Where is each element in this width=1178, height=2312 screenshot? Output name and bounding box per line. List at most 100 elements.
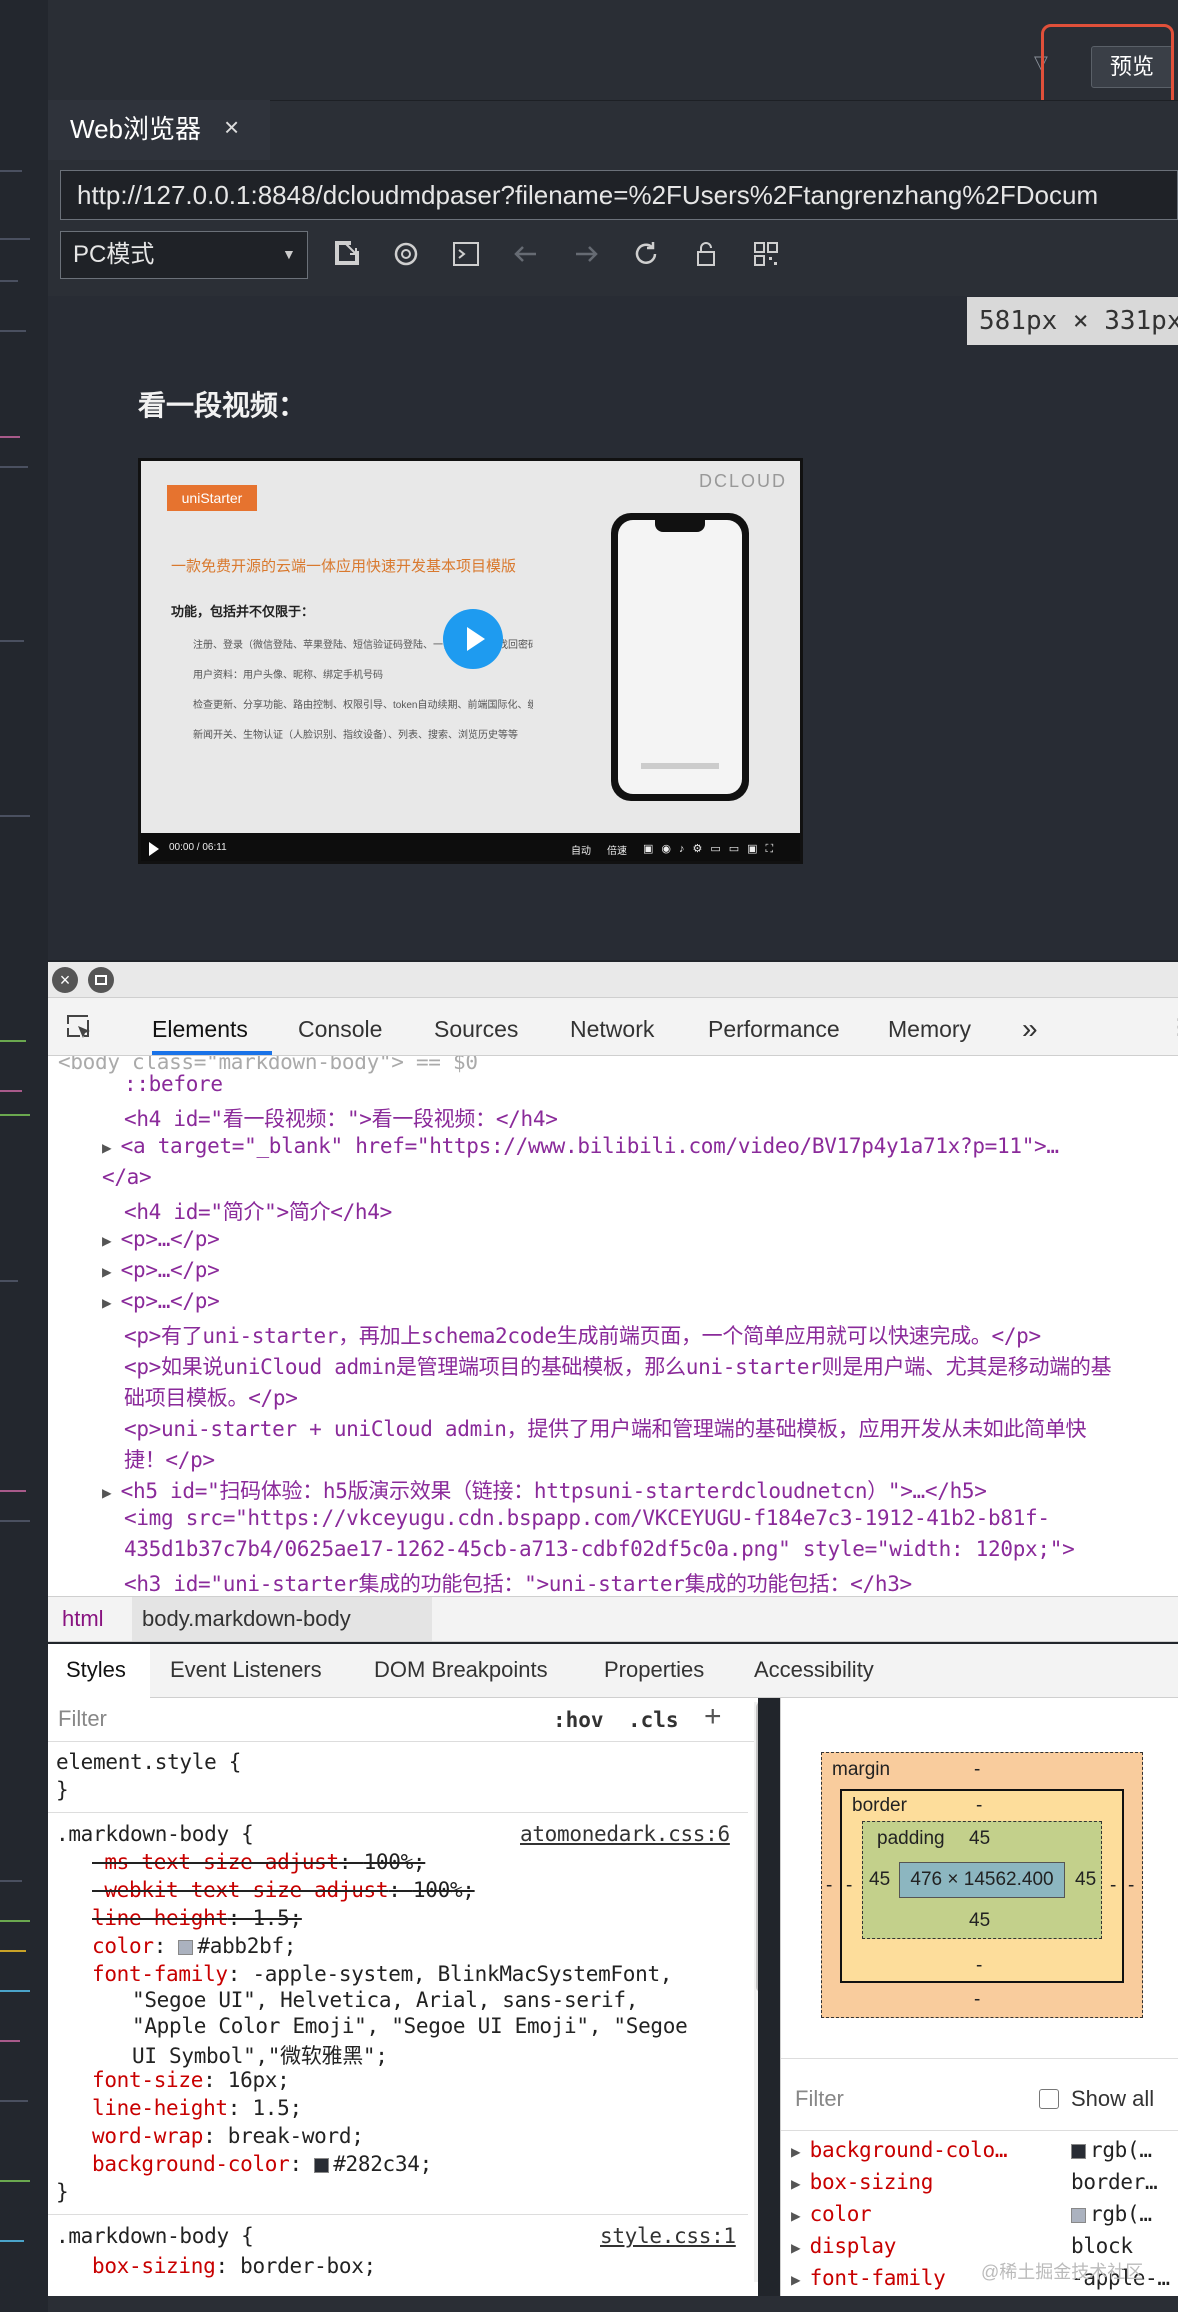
content-box[interactable]: 476 × 14562.400 [899, 1862, 1065, 1898]
css-prop[interactable]: font-size: 16px; [92, 2068, 290, 2092]
computed-row[interactable]: ▶ display [791, 2234, 896, 2258]
dom-line[interactable]: <h4 id="看一段视频：">看一段视频：</h4> [124, 1103, 558, 1133]
tab-event-listeners[interactable]: Event Listeners [170, 1644, 322, 1696]
margin-left-value: - [826, 1875, 833, 1896]
css-prop[interactable]: box-sizing: border-box; [92, 2254, 376, 2278]
dom-line[interactable]: ▶ <h5 id="扫码体验：h5版演示效果（链接：httpsuni-start… [102, 1475, 987, 1505]
mode-select[interactable]: PC模式 [60, 231, 308, 279]
dom-line[interactable]: ▶ <p>…</p> [102, 1258, 220, 1282]
quality-button[interactable]: 自动 [571, 842, 591, 857]
computed-row[interactable]: ▶ box-sizing [791, 2170, 933, 2194]
rule-source-link[interactable]: atomonedark.css:6 [520, 1822, 730, 1846]
refresh-icon[interactable] [628, 236, 664, 272]
color-swatch[interactable] [178, 1940, 194, 1955]
cls-button[interactable]: .cls [628, 1708, 679, 1732]
styles-pane: Filter :hov .cls + element.style { } .ma… [48, 1698, 758, 2312]
gear-icon[interactable] [388, 236, 424, 272]
page-heading: 看一段视频： [138, 390, 307, 421]
qrcode-icon[interactable] [748, 236, 784, 272]
lock-icon[interactable] [688, 236, 724, 272]
styles-filter-input[interactable]: Filter [58, 1706, 107, 1732]
computed-row[interactable]: ▶ color [791, 2202, 872, 2226]
video-badge: uniStarter [167, 485, 257, 511]
color-swatch[interactable] [314, 2158, 330, 2173]
back-icon[interactable] [508, 236, 544, 272]
hov-button[interactable]: :hov [553, 1708, 604, 1732]
play-icon[interactable] [149, 842, 159, 856]
tab-network[interactable]: Network [570, 1000, 654, 1058]
tab-memory[interactable]: Memory [888, 1000, 971, 1058]
rule-source-link[interactable]: style.css:1 [600, 2224, 736, 2248]
dom-line[interactable]: <p>如果说uniCloud admin是管理端项目的基础模板，那么uni-st… [124, 1351, 1112, 1381]
video-player[interactable]: uniStarter DCLOUD 一款免费开源的云端一体应用快速开发基本项目模… [138, 458, 803, 864]
crumb-html[interactable]: html [62, 1597, 104, 1641]
css-prop[interactable]: line-height: 1.5; [92, 2096, 302, 2120]
forward-icon[interactable] [568, 236, 604, 272]
dom-line[interactable]: <h4 id="简介">简介</h4> [124, 1196, 392, 1226]
tab-dom-breakpoints[interactable]: DOM Breakpoints [374, 1644, 548, 1696]
tab-performance[interactable]: Performance [708, 1000, 840, 1058]
dom-line[interactable]: ▶ <p>…</p> [102, 1289, 220, 1313]
css-prop[interactable]: background-color: #282c34; [92, 2152, 432, 2176]
border-bottom-value: - [976, 1955, 983, 1976]
dom-line[interactable]: 捷！</p> [124, 1444, 215, 1474]
close-icon[interactable]: × [52, 967, 78, 993]
dom-line[interactable]: </a> [102, 1165, 152, 1189]
dom-line[interactable]: ::before [124, 1072, 223, 1096]
dom-line[interactable]: <body class="markdown-body"> == $0 [58, 1056, 478, 1074]
open-external-icon[interactable] [328, 236, 364, 272]
speed-button[interactable]: 倍速 [607, 842, 627, 857]
video-feature: 新闻开关、生物认证（人脸识别、指纹设备）、列表、搜索、浏览历史等等 [193, 730, 518, 741]
dom-tree: <body class="markdown-body"> == $0 ::bef… [48, 1056, 1178, 1596]
computed-row[interactable]: ▶ font-family [791, 2266, 946, 2290]
padding-box[interactable]: padding 45 45 45 45 476 × 14562.400 [862, 1821, 1102, 1939]
play-button[interactable] [443, 609, 503, 669]
rule-selector[interactable]: .markdown-body { [56, 1822, 254, 1846]
styles-scrollbar[interactable] [756, 1702, 758, 1992]
tab-close-icon[interactable]: × [224, 112, 239, 143]
active-tab-indicator [152, 1051, 272, 1055]
devtools-menu-icon[interactable]: ⋮ [1168, 1014, 1178, 1040]
console-icon[interactable] [448, 236, 484, 272]
dom-line[interactable]: <p>uni-starter + uniCloud admin，提供了用户端和管… [124, 1413, 1087, 1443]
dom-line[interactable]: <img src="https://vkceyugu.cdn.bspapp.co… [124, 1506, 1050, 1530]
tab-sources[interactable]: Sources [434, 1000, 518, 1058]
css-prop[interactable]: font-family: -apple-system, BlinkMacSyst… [92, 1962, 672, 1986]
tab-console[interactable]: Console [298, 1000, 382, 1058]
css-prop-cont: "Segoe UI", Helvetica, Arial, sans-serif… [132, 1988, 639, 2012]
computed-row[interactable]: ▶ background-colo… [791, 2138, 1007, 2162]
border-top-value: - [976, 1795, 983, 1816]
tab-styles[interactable]: Styles [66, 1644, 126, 1696]
dom-line[interactable]: 础项目模板。</p> [124, 1382, 298, 1412]
padding-left-value: 45 [869, 1869, 891, 1890]
css-prop[interactable]: line-height: 1.5; [92, 1906, 302, 1930]
tab-accessibility[interactable]: Accessibility [754, 1644, 874, 1696]
css-prop[interactable]: -ms-text-size-adjust: 100%; [92, 1850, 426, 1874]
dom-line[interactable]: <p>有了uni-starter，再加上schema2code生成前端页面，一个… [124, 1320, 1041, 1350]
rule-selector[interactable]: .markdown-body { [56, 2224, 254, 2248]
dom-line[interactable]: <h3 id="uni-starter集成的功能包括：">uni-starter… [124, 1568, 912, 1596]
dom-line[interactable]: 435d1b37c7b4/0625ae17-1262-45cb-a713-cdb… [124, 1537, 1075, 1561]
player-icons[interactable]: ▣◉♪⚙▭▭▣⛶ [643, 842, 781, 856]
show-all-checkbox[interactable] [1039, 2089, 1059, 2109]
margin-box[interactable]: margin - - - - border - - - - padding 45… [821, 1752, 1143, 2018]
computed-value: rgb(… [1071, 2202, 1152, 2226]
border-box[interactable]: border - - - - padding 45 45 45 45 476 ×… [840, 1789, 1124, 1983]
dom-line[interactable]: ▶ <a target="_blank" href="https://www.b… [102, 1134, 1059, 1158]
dom-line[interactable]: ▶ <p>…</p> [102, 1227, 220, 1251]
inspect-icon[interactable] [64, 1012, 96, 1044]
tab-elements[interactable]: Elements [152, 1000, 248, 1058]
css-prop[interactable]: color: #abb2bf; [92, 1934, 296, 1958]
add-rule-button[interactable]: + [704, 1700, 722, 1734]
element-style-selector[interactable]: element.style { [56, 1750, 241, 1774]
undock-icon[interactable] [88, 967, 114, 993]
url-input[interactable]: http://127.0.0.1:8848/dcloudmdpaser?file… [60, 170, 1178, 220]
computed-filter-input[interactable]: Filter [795, 2086, 844, 2112]
more-tabs-icon[interactable]: » [1022, 1000, 1038, 1058]
css-prop[interactable]: word-wrap: break-word; [92, 2124, 364, 2148]
phone-mockup [611, 513, 749, 801]
tab-properties[interactable]: Properties [604, 1644, 704, 1696]
sidebar-tabbar: Styles Event Listeners DOM Breakpoints P… [48, 1644, 1178, 1698]
crumb-body[interactable]: body.markdown-body [132, 1597, 432, 1641]
css-prop[interactable]: -webkit-text-size-adjust: 100%; [92, 1878, 475, 1902]
